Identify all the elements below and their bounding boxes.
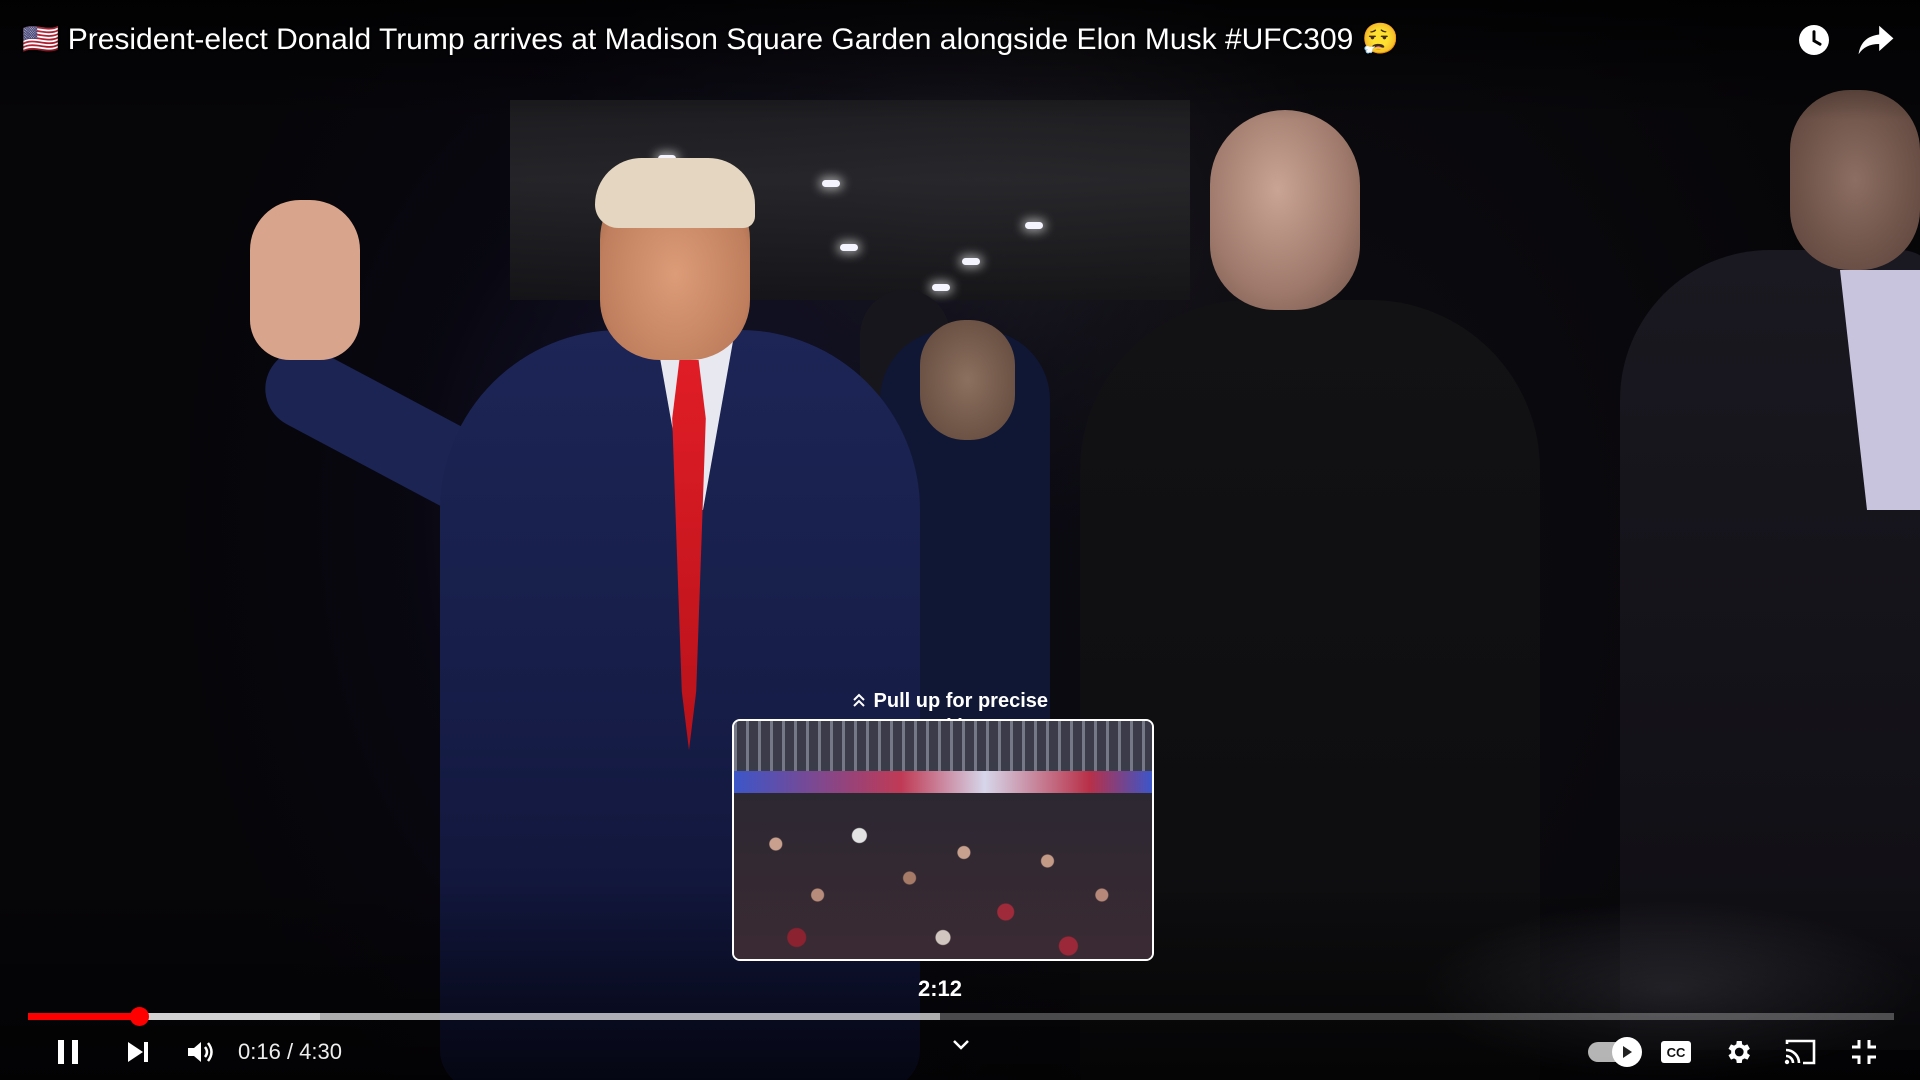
- seek-preview-thumbnail: [732, 719, 1154, 961]
- progress-bar[interactable]: [28, 1007, 1894, 1026]
- cast-button[interactable]: [1776, 1030, 1824, 1074]
- chevron-down-icon[interactable]: [946, 1030, 976, 1060]
- seek-preview-time: 2:12: [917, 976, 963, 1001]
- preview-banner: [734, 771, 1152, 793]
- next-icon: [128, 1042, 148, 1062]
- autoplay-play-icon: [1612, 1037, 1642, 1067]
- next-button[interactable]: [114, 1030, 162, 1074]
- ceiling-light: [1025, 222, 1043, 229]
- settings-icon: [1728, 1041, 1750, 1063]
- person-left-hair: [595, 158, 755, 228]
- duration: 4:30: [299, 1039, 342, 1064]
- cast-icon: [1784, 1039, 1816, 1065]
- pause-icon: [58, 1040, 78, 1064]
- video-player[interactable]: 🇺🇸 President-elect Donald Trump arrives …: [0, 0, 1920, 1080]
- waving-hand: [250, 200, 360, 360]
- captions-button[interactable]: CC: [1652, 1030, 1700, 1074]
- current-time: 0:16: [238, 1039, 281, 1064]
- exit-fullscreen-button[interactable]: [1840, 1030, 1888, 1074]
- exit-fullscreen-icon: [1852, 1040, 1876, 1064]
- top-gradient: [0, 0, 1920, 120]
- mute-button[interactable]: [176, 1030, 224, 1074]
- volume-icon: [188, 1042, 213, 1062]
- ceiling-light: [962, 258, 980, 265]
- time-display: 0:16 / 4:30: [238, 1038, 342, 1066]
- captions-icon: CC: [1661, 1041, 1691, 1063]
- watch-later-icon[interactable]: [1792, 18, 1836, 62]
- ceiling-light: [840, 244, 858, 251]
- preview-crowd: [734, 793, 1152, 959]
- control-bar: 0:16 / 4:30 CC: [0, 1030, 1920, 1080]
- ceiling-light: [822, 180, 840, 187]
- progress-hover: [28, 1013, 941, 1020]
- svg-text:CC: CC: [1667, 1045, 1686, 1060]
- double-chevron-up-icon: [852, 690, 872, 712]
- time-separator: /: [280, 1039, 300, 1064]
- video-title[interactable]: 🇺🇸 President-elect Donald Trump arrives …: [22, 20, 1399, 60]
- ceiling-light: [932, 284, 950, 291]
- pause-button[interactable]: [44, 1030, 92, 1074]
- person-right-center-head: [1210, 110, 1360, 310]
- person-center-head: [920, 320, 1015, 440]
- share-icon[interactable]: [1854, 18, 1898, 62]
- progress-played: [28, 1013, 139, 1020]
- progress-scrubber[interactable]: [129, 1007, 149, 1026]
- settings-button[interactable]: [1714, 1030, 1762, 1074]
